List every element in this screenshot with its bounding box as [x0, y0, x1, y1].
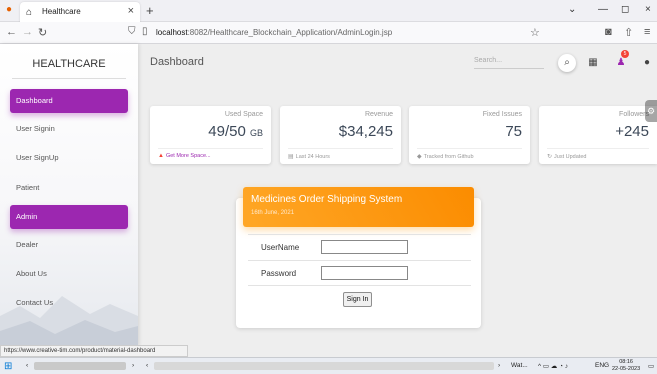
- maximize-icon[interactable]: ◻: [621, 4, 629, 15]
- shield-icon: ⛉: [128, 26, 136, 37]
- firefox-logo-icon: ●: [6, 4, 13, 15]
- search-button[interactable]: ⌕: [558, 54, 576, 72]
- notification-badge: 5: [621, 50, 629, 58]
- stat-divider: [417, 148, 522, 149]
- extensions-icon[interactable]: ⇧: [624, 26, 633, 39]
- sign-in-button[interactable]: Sign In: [343, 292, 372, 307]
- login-card-header: Medicines Order Shipping System 16th Jun…: [243, 187, 474, 227]
- stat-footer[interactable]: ▲ Get More Space...: [158, 153, 211, 159]
- stat-footer: ▤ Last 24 Hours: [288, 154, 330, 160]
- sidebar-item-patient[interactable]: Patient: [10, 176, 128, 200]
- stat-value: 75: [505, 123, 522, 140]
- scroll-left-icon[interactable]: ‹: [26, 362, 28, 369]
- notification-center-icon[interactable]: ▭: [648, 362, 654, 370]
- search-input[interactable]: Search...: [474, 55, 544, 69]
- scroll-right-icon[interactable]: ›: [132, 362, 134, 369]
- tray-icons[interactable]: ^ ▭ ☁ ◔ ♪: [538, 362, 568, 370]
- menu-icon[interactable]: ≡: [644, 26, 650, 38]
- page-icon: ▯: [142, 26, 148, 37]
- username-input[interactable]: [321, 240, 408, 254]
- sidebar-item-user-signin[interactable]: User Signin: [10, 117, 128, 141]
- sidebar-item-user-signup[interactable]: User SignUp: [10, 146, 128, 170]
- bed-icon: ⌂: [26, 7, 33, 18]
- user-profile-icon[interactable]: ●: [638, 54, 656, 72]
- stat-category: Fixed Issues: [482, 111, 522, 118]
- windows-start-icon[interactable]: ⊞: [4, 361, 12, 372]
- form-divider: [248, 260, 471, 261]
- url-text: localhost:8082/Healthcare_Blockchain_App…: [156, 28, 393, 37]
- password-input[interactable]: [321, 266, 408, 280]
- taskbar-app-label[interactable]: Wat...: [511, 362, 528, 369]
- scroll-left-icon[interactable]: ‹: [146, 362, 148, 369]
- browser-tab-title: Healthcare: [42, 7, 81, 16]
- stat-footer: ◆ Tracked from Github: [417, 154, 474, 160]
- brand-divider: [12, 78, 126, 79]
- tag-icon: ◆: [417, 154, 422, 160]
- pocket-icon[interactable]: ◙: [605, 26, 612, 38]
- back-icon[interactable]: ←: [6, 26, 17, 38]
- page-title: Dashboard: [150, 56, 204, 68]
- stat-value: 49/50 GB: [208, 123, 263, 140]
- sidebar-item-dealer[interactable]: Dealer: [10, 233, 128, 257]
- search-icon: ⌕: [564, 57, 570, 68]
- sidebar-item-about-us[interactable]: About Us: [10, 262, 128, 286]
- sidebar-item-admin[interactable]: Admin: [10, 205, 128, 229]
- browser-tab[interactable]: ⌂ Healthcare ×: [20, 2, 140, 22]
- stat-divider: [547, 148, 649, 149]
- refresh-icon: ↻: [547, 154, 553, 160]
- close-window-icon[interactable]: ×: [645, 4, 651, 15]
- browser-nav-bar: ← → ↻ ⛉ ▯ localhost:8082/Healthcare_Bloc…: [0, 22, 657, 44]
- scroll-right-icon[interactable]: ›: [498, 362, 500, 369]
- browser-tab-bar: ● ⌂ Healthcare × + ⌄ — ◻ ×: [0, 0, 657, 22]
- calendar-icon: ▤: [288, 154, 294, 160]
- stat-card-followers: Followers +245 ↻ Just Updated: [539, 106, 657, 164]
- list-tabs-icon[interactable]: ⌄: [568, 4, 576, 15]
- dashboard-grid-icon[interactable]: ▦: [584, 54, 602, 72]
- address-bar[interactable]: ⛉ ▯ localhost:8082/Healthcare_Blockchain…: [128, 25, 568, 41]
- username-label: UserName: [261, 243, 300, 252]
- bookmark-star-icon[interactable]: ☆: [530, 26, 540, 39]
- status-url-tooltip: https://www.creative-tim.com/product/mat…: [0, 345, 188, 357]
- clock[interactable]: 08:16 22-05-2023: [612, 359, 640, 373]
- brand-logo[interactable]: HEALTHCARE: [0, 58, 138, 70]
- language-indicator[interactable]: ENG: [595, 362, 609, 369]
- password-label: Password: [261, 269, 297, 278]
- minimize-icon[interactable]: —: [598, 4, 608, 15]
- login-date: 16th June, 2021: [251, 210, 295, 216]
- close-tab-icon[interactable]: ×: [128, 5, 134, 17]
- reload-icon[interactable]: ↻: [38, 26, 47, 39]
- form-divider: [248, 285, 471, 286]
- new-tab-icon[interactable]: +: [146, 3, 154, 18]
- stat-card-used-space: Used Space 49/50 GB ▲ Get More Space...: [150, 106, 271, 164]
- form-divider: [248, 234, 471, 235]
- stat-divider: [158, 148, 263, 149]
- stat-value: $34,245: [338, 123, 393, 140]
- horizontal-scrollbar-thumb[interactable]: [34, 362, 126, 370]
- windows-taskbar: ⊞ ‹ › ‹ › Wat... ^ ▭ ☁ ◔ ♪ ENG 08:16 22-0…: [0, 357, 657, 374]
- stat-category: Used Space: [224, 111, 263, 118]
- stat-value: +245: [615, 123, 649, 140]
- settings-gear-icon[interactable]: ⚙: [645, 100, 657, 122]
- sidebar-item-dashboard[interactable]: Dashboard: [10, 89, 128, 113]
- stat-card-fixed-issues: Fixed Issues 75 ◆ Tracked from Github: [409, 106, 530, 164]
- stat-footer: ↻ Just Updated: [547, 154, 587, 160]
- horizontal-scrollbar-track[interactable]: [154, 362, 494, 370]
- forward-icon[interactable]: →: [22, 26, 33, 38]
- login-title: Medicines Order Shipping System: [251, 194, 403, 205]
- stat-category: Revenue: [364, 111, 393, 118]
- sidebar-item-contact-us[interactable]: Contact Us: [10, 291, 128, 315]
- stat-divider: [288, 148, 393, 149]
- warning-icon: ▲: [158, 153, 164, 159]
- stat-card-revenue: Revenue $34,245 ▤ Last 24 Hours: [280, 106, 401, 164]
